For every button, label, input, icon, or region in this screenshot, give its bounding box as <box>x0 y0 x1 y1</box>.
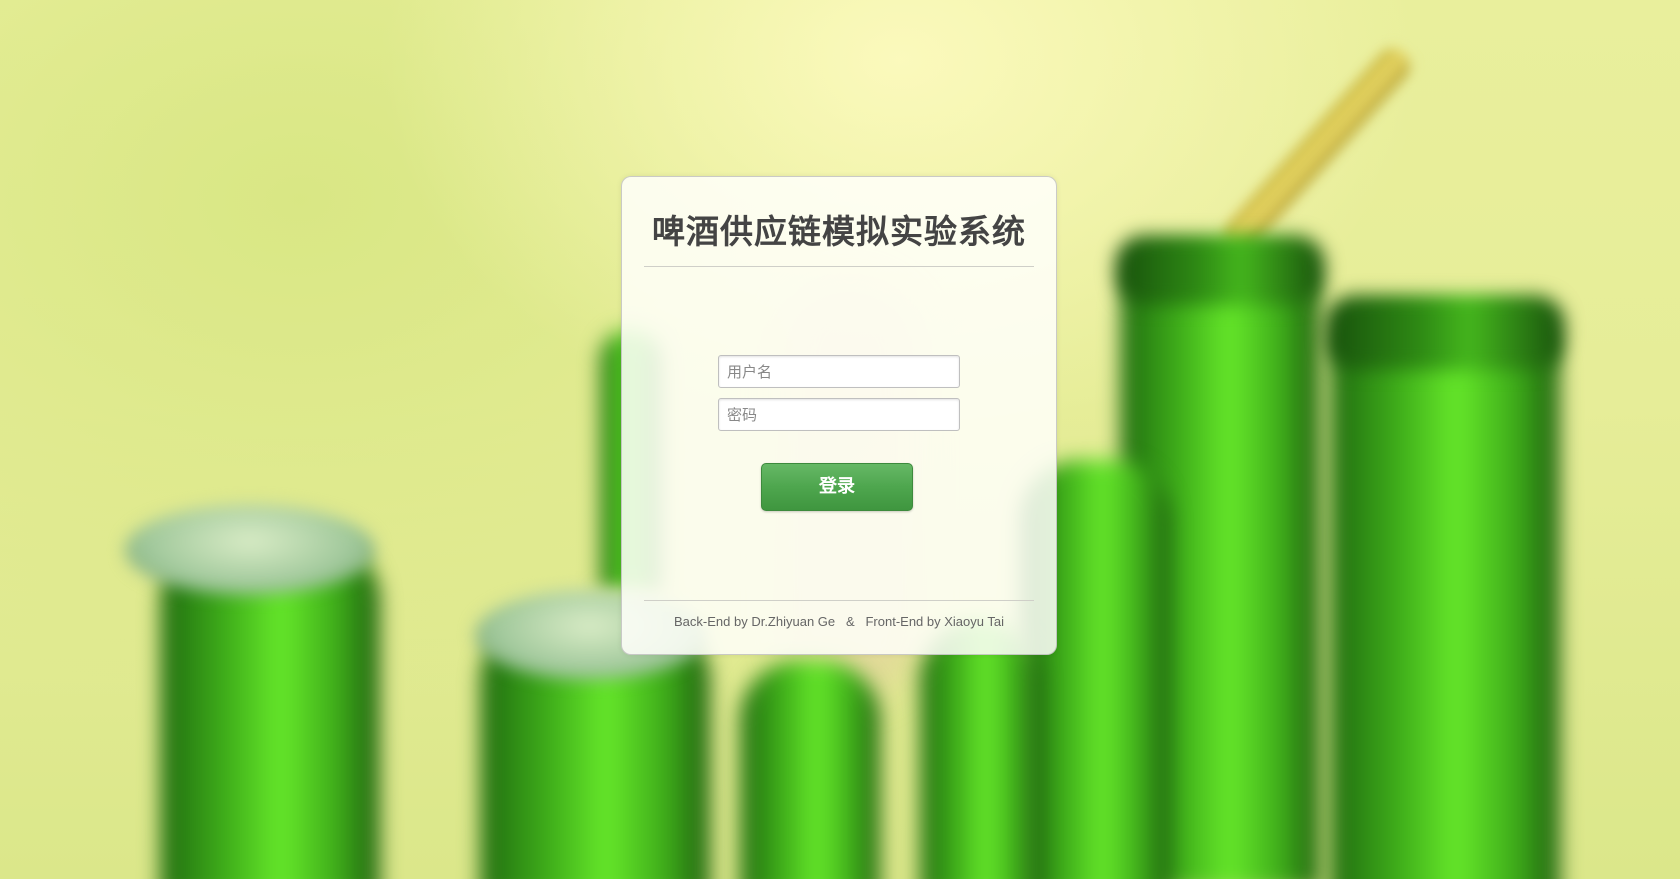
title-divider <box>644 266 1034 267</box>
username-input[interactable] <box>718 355 960 388</box>
credits-text: Back-End by Dr.Zhiyuan Ge & Front-End by… <box>674 614 1004 629</box>
login-panel: 啤酒供应链模拟实验系统 登录 Back-End by Dr.Zhiyuan Ge… <box>621 176 1057 655</box>
page-title: 啤酒供应链模拟实验系统 <box>652 212 1026 251</box>
footer-divider <box>644 600 1034 601</box>
password-input[interactable] <box>718 398 960 431</box>
login-button[interactable]: 登录 <box>761 463 913 511</box>
